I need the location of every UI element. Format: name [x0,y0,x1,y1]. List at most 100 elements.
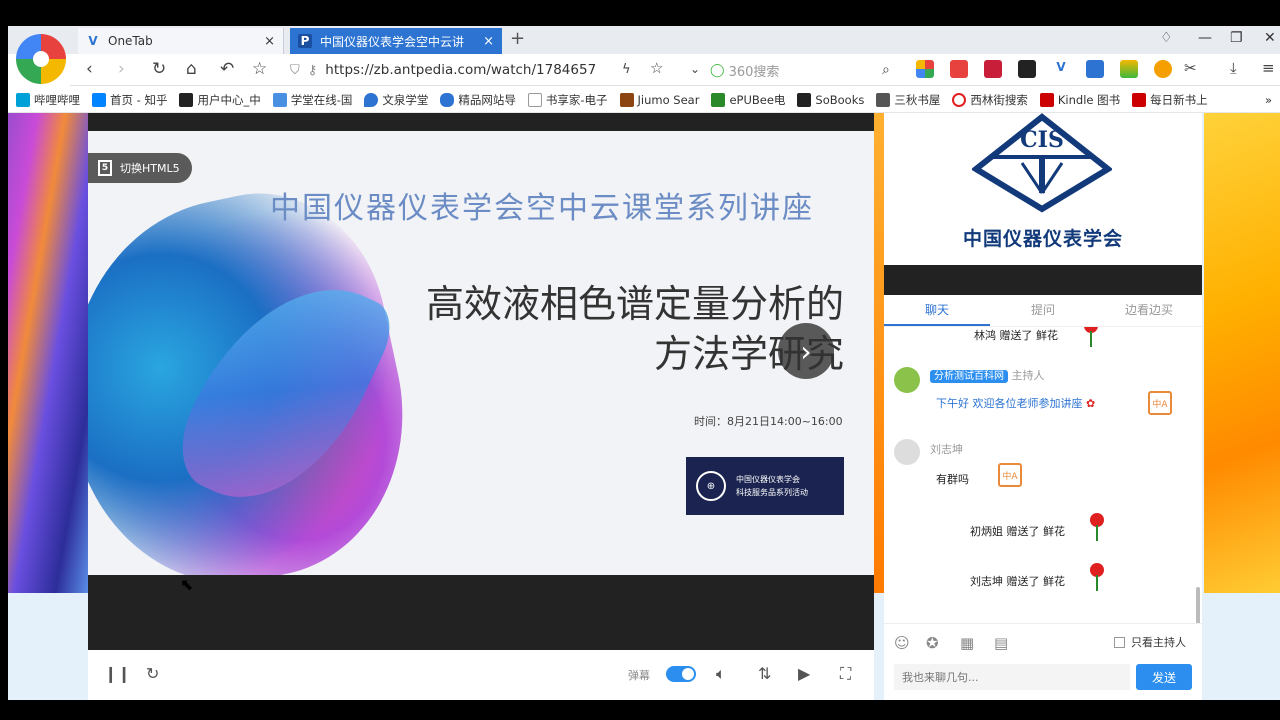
restore-icon[interactable]: ❐ [1230,30,1243,46]
close-tab-icon[interactable]: × [483,34,494,49]
letterbox-bottom [88,575,874,650]
bookmark-item[interactable]: 书享家-电子 [527,92,608,108]
tab-chat[interactable]: 聊天 [884,295,990,326]
fullscreen-icon[interactable]: ⛶ [840,664,851,684]
user-message: 有群吗 [930,467,975,491]
pause-icon[interactable]: ❙❙ [104,664,131,683]
search-icon[interactable]: ⌕ [882,62,890,78]
volume-icon[interactable]: 🔈︎ [716,664,726,684]
bookmark-item[interactable]: 哔哩哔哩 [16,92,80,108]
forward-icon[interactable]: › [118,59,125,79]
onetab-favicon-icon: V [88,34,98,48]
bookmark-label: ePUBee电 [729,92,786,107]
tab-onetab[interactable]: V OneTab × [78,28,284,54]
bookmark-item[interactable]: Kindle 图书 [1039,92,1120,108]
switch-html5-label: 切换HTML5 [120,162,180,175]
bookmark-item[interactable]: 精品网站导 [440,92,516,108]
tab-bar: V OneTab × P 中国仪器仪表学会空中云讲 × + ♢ — ❐ ✕ [8,26,1280,54]
bookmark-label: 西林街搜索 [970,92,1028,107]
quality-icon[interactable]: ⇅ [758,664,771,683]
security-extension-icon[interactable] [1120,60,1138,78]
translate-icon[interactable]: 中A [1148,391,1172,415]
next-play-button[interactable]: › [778,323,834,379]
close-window-icon[interactable]: ✕ [1264,30,1276,46]
tab-shop[interactable]: 边看边买 [1096,295,1202,326]
chat-input[interactable] [894,664,1130,690]
decorative-background-left [8,113,88,593]
host-name: 分析测试百科网 主持人 [930,367,1045,383]
dropdown-chevron-icon[interactable]: ⌄ [690,62,700,76]
presentation-slide[interactable]: 5 切换HTML5 中国仪器仪表学会空中云课堂系列讲座 高效液相色谱定量分析的 … [88,131,874,575]
emoji-icon[interactable]: ☺ [894,634,910,652]
menu-icon[interactable]: ≡ [1262,59,1275,77]
bookmark-item[interactable]: 每日新书上 [1132,92,1208,108]
tab-questions[interactable]: 提问 [990,295,1096,326]
bookmark-item[interactable]: 西林街搜索 [952,92,1028,108]
page-info-icon[interactable]: ⚷ [308,63,318,78]
news-extension-icon[interactable] [1086,60,1104,78]
refresh-icon[interactable]: ↻ [146,664,159,683]
screenshot-scissors-icon[interactable]: ✂ [1184,59,1197,77]
undo-close-icon[interactable]: ↶ [220,59,234,79]
gift-icon[interactable]: ✪ [926,634,939,652]
organizer-logo: ⊕ 中国仪器仪表学会 科技服务品系列活动 [686,457,844,515]
host-message: 下午好 欢迎各位老师参加讲座 ✿ [930,391,1102,415]
emblem-icon: ⊕ [696,471,726,501]
screen-top-border [0,0,1280,26]
note-icon[interactable]: ▤ [994,634,1008,652]
bookmark-item[interactable]: 首页 - 知乎 [92,92,167,108]
reload-icon[interactable]: ↻ [152,59,166,79]
avatar [894,439,920,465]
bookmark-item[interactable]: 文泉学堂 [364,92,428,108]
bookmark-item[interactable]: 三秋书屋 [876,92,940,108]
bookmark-label: 精品网站导 [458,92,516,107]
coupon-extension-icon[interactable] [1154,60,1172,78]
minimize-icon[interactable]: — [1198,30,1212,46]
checkbox[interactable] [1114,636,1125,648]
tab-antpedia[interactable]: P 中国仪器仪表学会空中云讲 × [290,28,502,54]
sobooks-icon [797,92,812,107]
url-text[interactable]: https://zb.antpedia.com/watch/1784657 [325,62,596,78]
gift-message: 林鸿 赠送了 鲜花 [974,329,1058,342]
rose-icon [1086,513,1108,541]
skin-icon[interactable]: ♢ [1160,30,1173,46]
camera-icon[interactable]: ▶ [798,664,810,683]
onetab-extension-icon[interactable]: V [1052,60,1070,78]
cloud-icon [440,92,455,107]
back-icon[interactable]: ‹ [86,59,93,79]
chat-scrollbar[interactable] [1196,587,1200,623]
video-player[interactable]: 5 切换HTML5 中国仪器仪表学会空中云课堂系列讲座 高效液相色谱定量分析的 … [88,113,874,700]
calendar-icon[interactable]: ▦ [960,634,974,652]
home-icon[interactable]: ⌂ [186,59,197,79]
browser-logo-icon[interactable] [16,34,66,84]
favorite-star-icon[interactable]: ☆ [252,59,267,79]
bookmark-item[interactable]: 学堂在线-国 [272,92,352,108]
shield-extension-icon[interactable] [984,60,1002,78]
avatar [894,367,920,393]
search-box[interactable]: ◯ 360搜索 [710,57,900,83]
address-bar[interactable]: ⛉ ⚷ https://zb.antpedia.com/watch/178465… [290,57,710,83]
more-bookmarks-icon[interactable]: » [1265,93,1272,107]
game-extension-icon[interactable] [950,60,968,78]
bookmark-item[interactable]: SoBooks [797,92,864,107]
security-shield-icon: ⛉ [290,62,300,78]
panel-divider [884,265,1202,295]
bookmark-star-icon[interactable]: ☆ [650,59,663,77]
apps-icon[interactable] [916,60,934,78]
close-tab-icon[interactable]: × [264,34,275,49]
send-button[interactable]: 发送 [1136,664,1192,690]
bookmark-item[interactable]: Jiumo Sear [619,92,699,107]
letterbox-top [88,113,874,131]
only-host-label: 只看主持人 [1131,636,1186,649]
switch-html5-button[interactable]: 5 切换HTML5 [88,153,192,183]
danmu-toggle[interactable] [666,666,696,682]
cat-extension-icon[interactable] [1018,60,1036,78]
bookmark-item[interactable]: ePUBee电 [711,92,785,108]
only-host-checkbox[interactable]: 只看主持人 [1114,634,1186,650]
download-icon[interactable]: ⤓ [1230,59,1237,77]
page-icon [527,92,542,107]
bookmark-item[interactable]: 用户中心_中 [179,92,261,108]
speed-mode-icon[interactable]: ϟ [622,62,631,77]
new-tab-button[interactable]: + [510,28,525,49]
translate-icon[interactable]: 中A [998,463,1022,487]
